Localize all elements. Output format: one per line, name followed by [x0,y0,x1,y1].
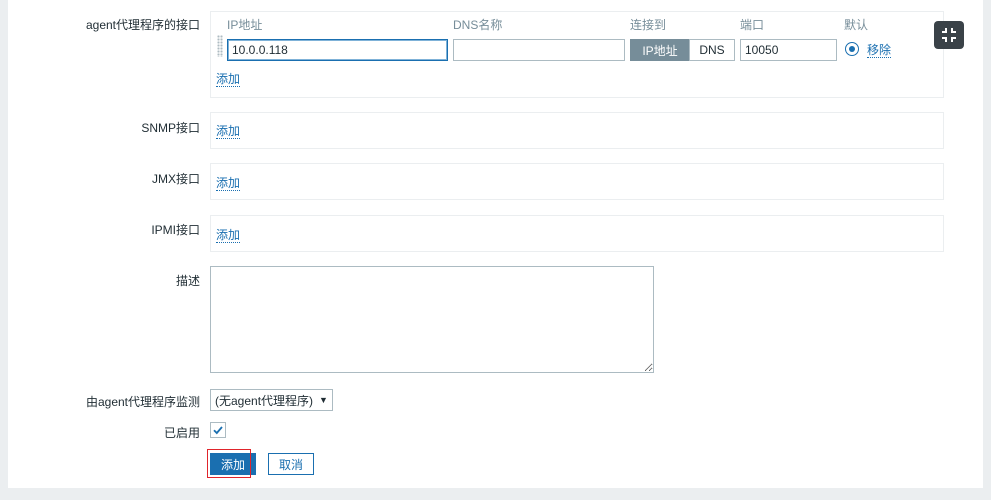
description-textarea[interactable] [210,266,654,373]
column-connect-to: 连接到 [630,18,667,32]
proxy-label: 由agent代理程序监测 [85,395,200,409]
enabled-checkbox[interactable] [210,422,226,438]
description-label: 描述 [175,274,200,288]
ip-address-input[interactable] [227,39,448,61]
cancel-button[interactable]: 取消 [268,453,314,475]
ipmi-interfaces-box: 添加 [210,215,944,252]
add-jmx-interface-link[interactable]: 添加 [216,177,241,191]
dns-name-input[interactable] [453,39,625,61]
port-input[interactable] [740,39,837,61]
snmp-interfaces-box: 添加 [210,112,944,149]
drag-handle-icon[interactable] [217,35,223,57]
snmp-interfaces-label: SNMP接口 [141,121,200,135]
remove-interface-link[interactable]: 移除 [867,44,892,58]
agent-interfaces-box: IP地址 DNS名称 连接到 端口 默认 IP地址 DNS 移除 添加 [210,11,944,98]
add-button[interactable]: 添加 [210,453,256,475]
fullscreen-icon [942,28,956,42]
add-snmp-interface-link[interactable]: 添加 [216,125,241,139]
add-ipmi-interface-link[interactable]: 添加 [216,229,241,243]
column-dns: DNS名称 [453,18,503,32]
jmx-interfaces-box: 添加 [210,163,944,200]
proxy-select[interactable]: (无agent代理程序) ▼ [210,389,333,411]
column-ip: IP地址 [227,18,263,32]
connect-ip-toggle[interactable]: IP地址 [630,39,690,61]
ipmi-interfaces-label: IPMI接口 [151,223,200,237]
column-default: 默认 [844,18,869,32]
enabled-label: 已启用 [163,426,200,440]
dropdown-arrow-icon: ▼ [319,395,328,405]
checkmark-icon [213,426,223,435]
agent-interfaces-label: agent代理程序的接口 [85,18,200,32]
proxy-selected-value: (无agent代理程序) [215,393,314,408]
jmx-interfaces-label: JMX接口 [151,172,200,186]
default-radio[interactable] [845,42,859,56]
column-port: 端口 [740,18,765,32]
add-agent-interface-link[interactable]: 添加 [216,73,241,87]
connect-dns-toggle[interactable]: DNS [689,39,735,61]
fullscreen-button[interactable] [934,21,964,49]
